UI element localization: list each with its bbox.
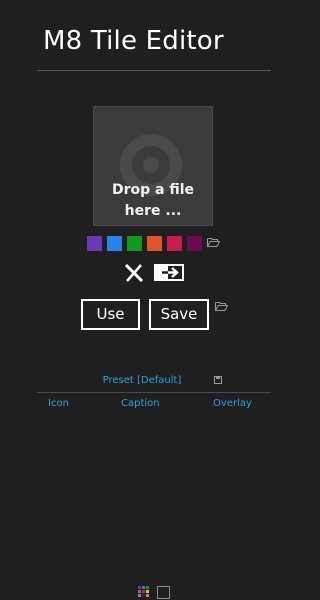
- clear-x-icon[interactable]: [124, 264, 144, 282]
- drop-text-line1: Drop a file: [111, 182, 195, 198]
- use-button[interactable]: Use: [81, 299, 140, 330]
- swatch-crimson[interactable]: [167, 236, 182, 251]
- save-button[interactable]: Save: [149, 299, 209, 330]
- preset-divider: [37, 392, 271, 393]
- tile-grid-icon[interactable]: [138, 586, 150, 598]
- title-divider: [37, 70, 271, 71]
- swatch-plum[interactable]: [187, 236, 202, 251]
- swatch-green[interactable]: [127, 236, 142, 251]
- drop-text-line2: here ...: [124, 203, 182, 219]
- tab-overlay[interactable]: Overlay: [213, 398, 252, 409]
- square-outline-icon[interactable]: [157, 586, 170, 599]
- export-arrow-icon[interactable]: [154, 264, 184, 281]
- tab-icon[interactable]: Icon: [48, 398, 69, 409]
- swatch-blue[interactable]: [107, 236, 122, 251]
- floppy-disk-icon[interactable]: [214, 376, 222, 384]
- app-title: M8 Tile Editor: [43, 26, 224, 56]
- swatch-orange[interactable]: [147, 236, 162, 251]
- tile-editor-app: M8 Tile Editor Drop a file here ... Use …: [0, 0, 310, 600]
- preset-label[interactable]: Preset [Default]: [98, 375, 186, 386]
- tile-drop-zone[interactable]: Drop a file here ...: [93, 106, 213, 226]
- folder-open-icon[interactable]: [207, 237, 220, 247]
- folder-open-icon[interactable]: [215, 301, 228, 311]
- swatch-purple[interactable]: [87, 236, 102, 251]
- tab-caption[interactable]: Caption: [121, 398, 160, 409]
- drop-file-text: Drop a file here ...: [94, 180, 212, 222]
